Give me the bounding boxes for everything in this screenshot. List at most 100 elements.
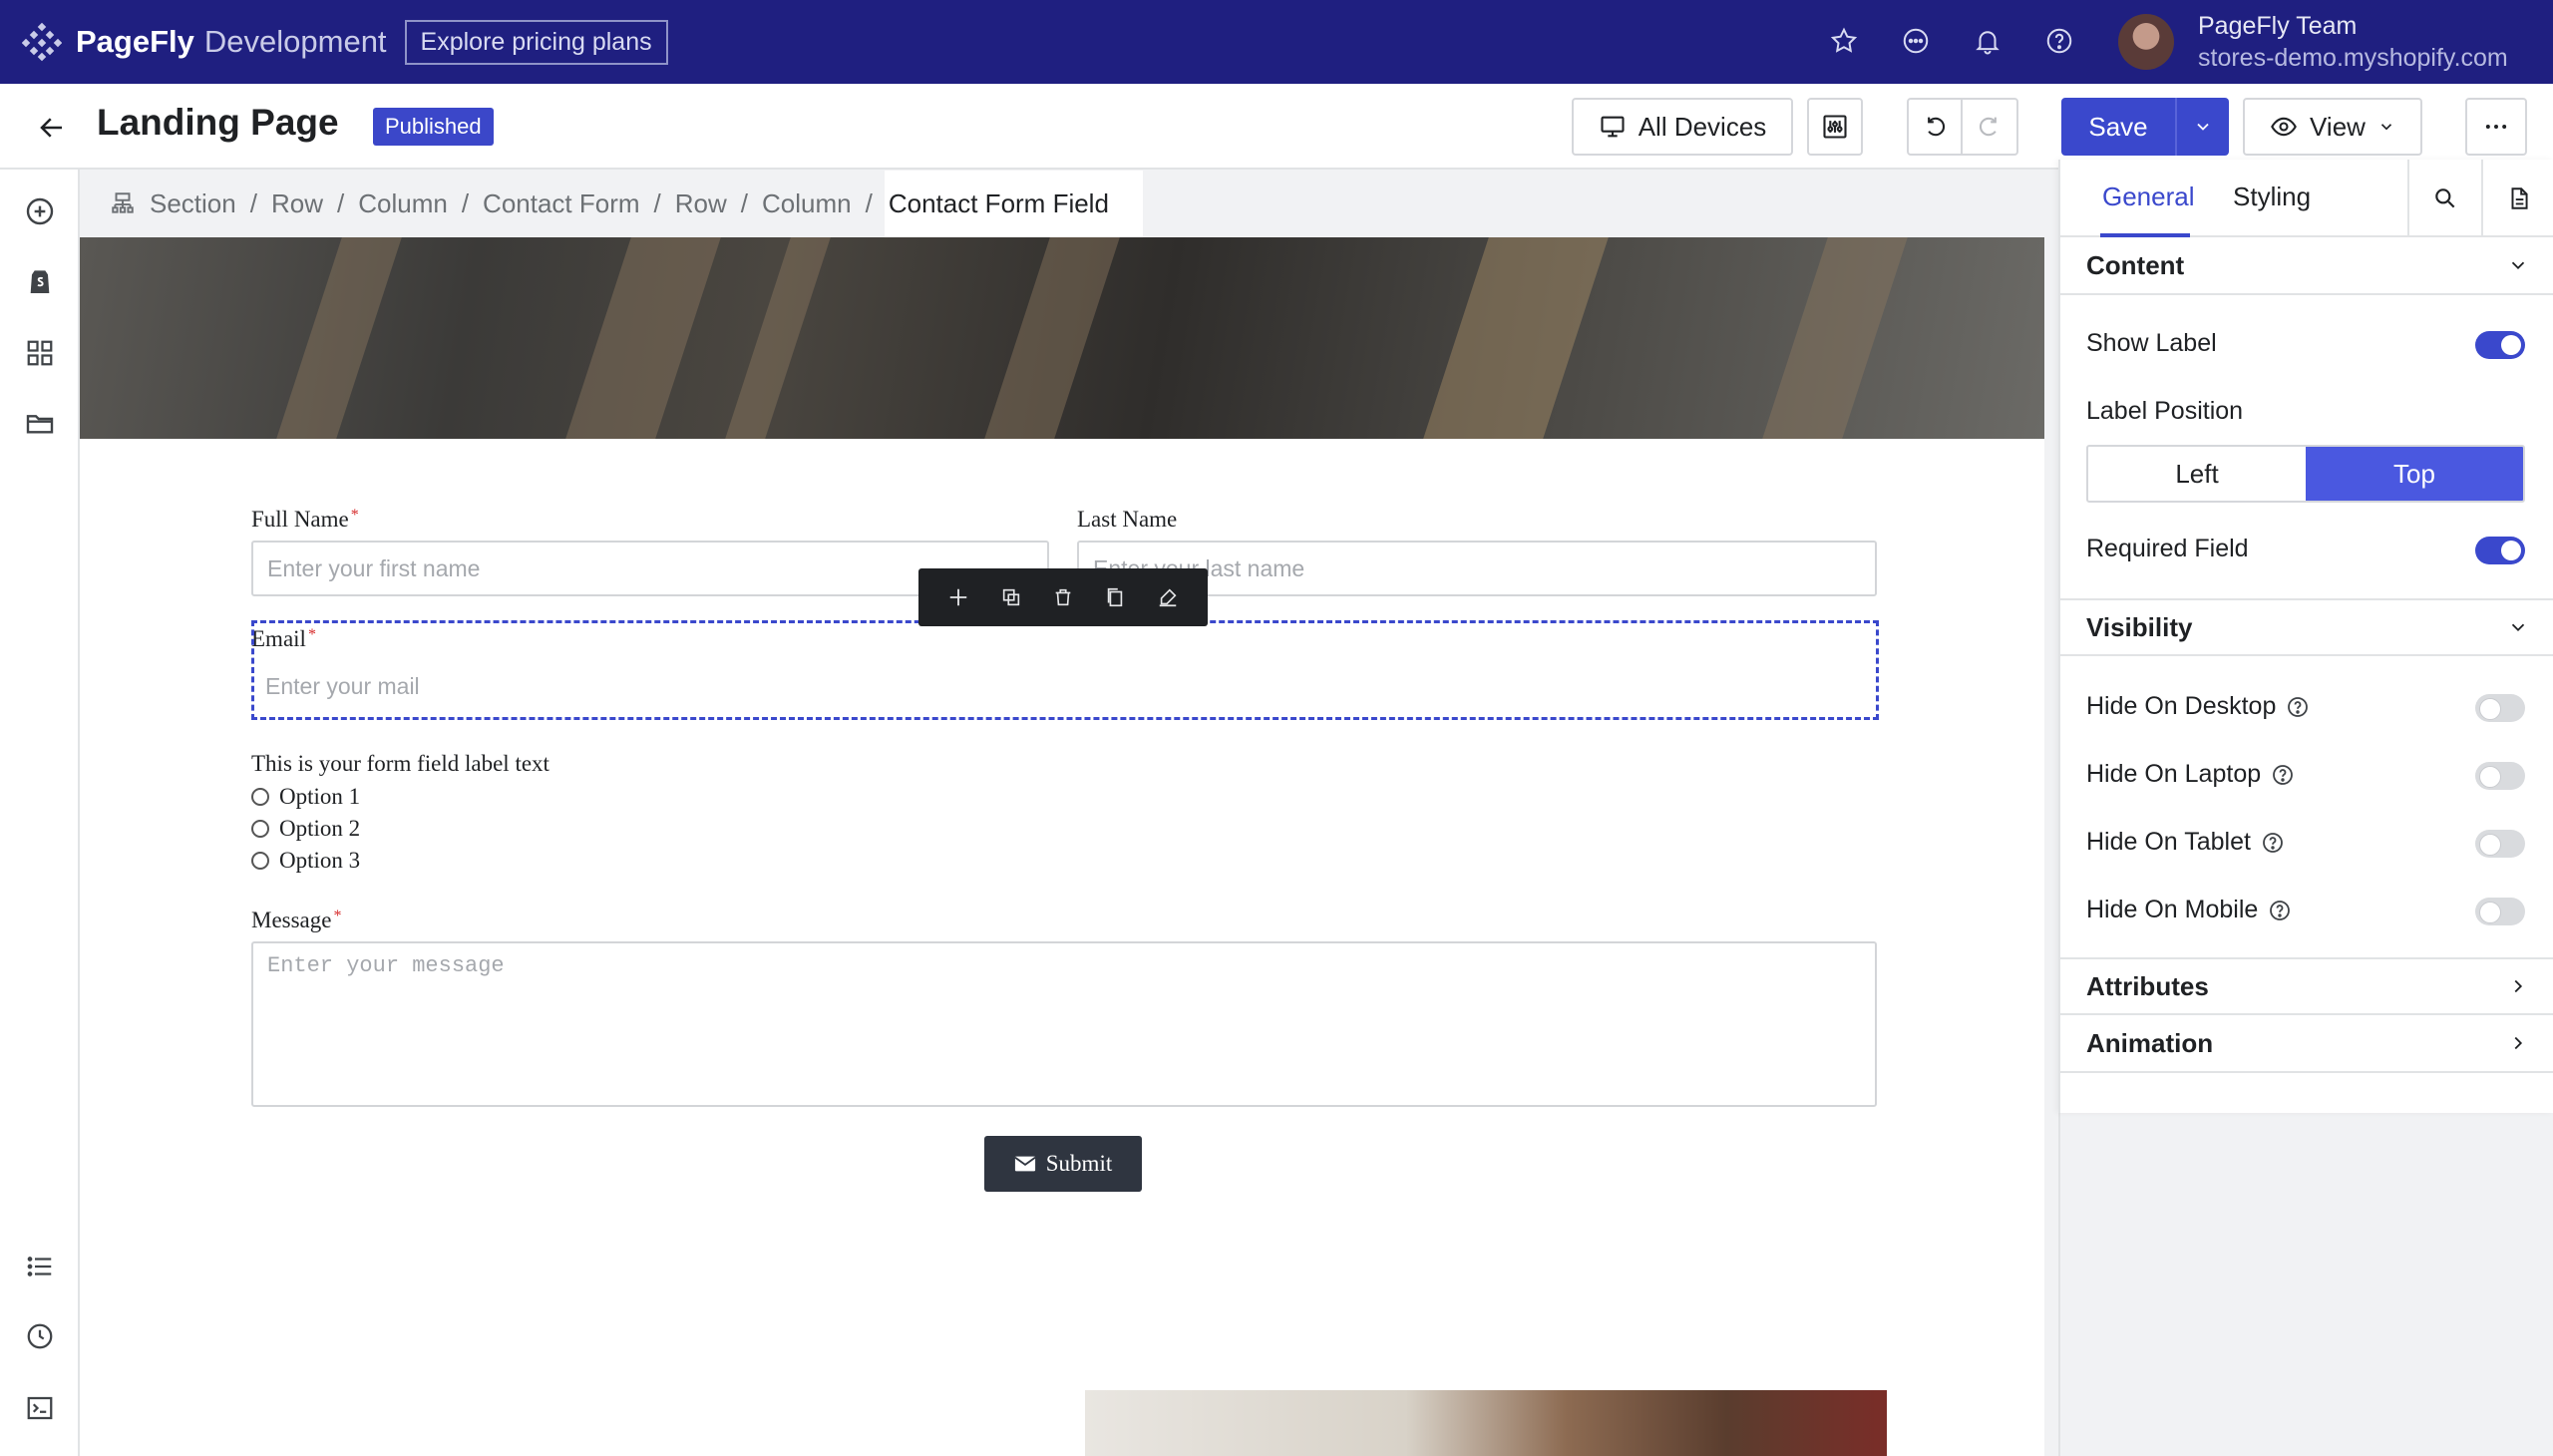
full-name-label: Full Name * [251, 507, 359, 532]
breadcrumb-item-contact-form[interactable]: Contact Form [483, 188, 640, 219]
hide-on-desktop-toggle[interactable] [2475, 694, 2525, 722]
chevron-down-icon [2380, 124, 2392, 131]
breadcrumb-item-row[interactable]: Row [271, 188, 323, 219]
shopify-icon[interactable] [20, 261, 60, 301]
brand-name: PageFly [76, 24, 194, 59]
radio-button[interactable] [251, 820, 269, 838]
avatar[interactable] [2118, 14, 2174, 70]
page-title: Landing Page [97, 102, 339, 143]
bookshelf-image[interactable] [1085, 1390, 1887, 1456]
console-icon[interactable] [20, 1388, 60, 1428]
hero-image[interactable] [80, 237, 2044, 439]
hierarchy-icon [112, 192, 134, 213]
eye-icon [2271, 117, 2297, 137]
attributes-section-header[interactable]: Attributes [2060, 957, 2553, 1015]
duplicate-icon[interactable] [996, 582, 1026, 612]
hide-on-tablet-text: Hide On Tablet [2086, 828, 2285, 857]
sliders-icon [1823, 115, 1847, 139]
chevron-right-icon [2514, 979, 2523, 993]
monitor-icon [1601, 116, 1625, 138]
undo-redo-group [1907, 98, 2018, 156]
content-section-header[interactable]: Content [2060, 237, 2553, 295]
message-textarea[interactable]: Enter your message [251, 941, 1877, 1107]
folder-icon[interactable] [20, 403, 60, 443]
history-icon[interactable] [20, 1316, 60, 1356]
device-selector-button[interactable]: All Devices [1572, 98, 1793, 156]
selected-element-outline [251, 620, 1879, 720]
animation-section-header[interactable]: Animation [2060, 1015, 2553, 1073]
move-icon[interactable] [943, 582, 973, 612]
element-toolbar [918, 568, 1208, 626]
explore-pricing-button[interactable]: Explore pricing plans [404, 19, 668, 65]
arrow-left-icon [40, 118, 62, 138]
undo-button[interactable] [1909, 100, 1963, 154]
help-icon [2263, 832, 2283, 853]
save-options-button[interactable] [2175, 98, 2229, 156]
document-icon [2511, 187, 2528, 209]
undo-icon [1928, 117, 1946, 137]
help-icon[interactable] [2040, 22, 2078, 60]
save-button[interactable]: Save [2061, 98, 2175, 156]
save-button-group: Save [2061, 98, 2229, 156]
search-button[interactable] [2407, 160, 2481, 237]
radio-button[interactable] [251, 788, 269, 806]
chevron-down-icon [2197, 123, 2209, 131]
list-icon[interactable] [20, 1247, 60, 1286]
breadcrumb-item-current: Contact Form Field [884, 170, 1143, 237]
status-badge: Published [373, 108, 494, 146]
chat-icon[interactable] [1897, 22, 1935, 60]
hide-on-tablet-toggle[interactable] [2475, 830, 2525, 858]
hide-on-mobile-toggle[interactable] [2475, 898, 2525, 925]
view-label: View [2310, 111, 2366, 142]
label-position-selector: Left Top [2086, 445, 2525, 503]
redo-button[interactable] [1963, 100, 2016, 154]
hide-on-laptop-toggle[interactable] [2475, 762, 2525, 790]
chevron-down-icon [2511, 623, 2525, 632]
breadcrumb-item-column[interactable]: Column [762, 188, 852, 219]
editor-canvas[interactable]: Full Name * Enter your first name Last Na… [80, 237, 2044, 1456]
grid-icon[interactable] [20, 333, 60, 373]
hide-on-mobile-text: Hide On Mobile [2086, 896, 2292, 924]
redo-icon [1979, 117, 1997, 137]
page-settings-button[interactable] [1807, 98, 1863, 156]
brand[interactable]: PageFly Development [22, 22, 387, 62]
view-button[interactable]: View [2243, 98, 2422, 156]
breadcrumb-item-section[interactable]: Section [150, 188, 236, 219]
radio-button[interactable] [251, 852, 269, 870]
device-selector-label: All Devices [1638, 111, 1767, 142]
breadcrumb-item-column[interactable]: Column [358, 188, 448, 219]
add-element-icon[interactable] [20, 191, 60, 231]
help-icon [2288, 696, 2309, 717]
style-brush-icon[interactable] [1153, 582, 1183, 612]
radio-option[interactable]: Option 2 [251, 816, 360, 842]
radio-option[interactable]: Option 3 [251, 848, 360, 874]
brand-environment: Development [203, 24, 387, 59]
copy-icon[interactable] [1100, 582, 1130, 612]
panel-tabs: General Styling [2060, 160, 2553, 237]
account-info[interactable]: PageFly Team stores-demo.myshopify.com [2198, 10, 2508, 74]
label-position-text: Label Position [2086, 397, 2244, 425]
help-icon [2273, 764, 2294, 785]
more-options-button[interactable] [2465, 98, 2527, 156]
radio-option[interactable]: Option 1 [251, 784, 360, 810]
chevron-right-icon [2514, 1036, 2523, 1050]
left-rail [0, 170, 80, 1456]
label-position-top[interactable]: Top [2306, 447, 2523, 501]
tab-styling[interactable]: Styling [2233, 182, 2311, 212]
visibility-section-header[interactable]: Visibility [2060, 598, 2553, 656]
last-name-label: Last Name [1077, 507, 1178, 532]
show-label-toggle[interactable] [2475, 331, 2525, 359]
required-field-toggle[interactable] [2475, 537, 2525, 564]
delete-icon[interactable] [1048, 582, 1078, 612]
back-button[interactable] [32, 108, 72, 148]
breadcrumb-item-row[interactable]: Row [675, 188, 727, 219]
submit-button[interactable]: Submit [984, 1136, 1142, 1192]
radio-group-label: This is your form field label text [251, 751, 549, 776]
tab-general[interactable]: General [2102, 182, 2195, 212]
page-info-button[interactable] [2481, 160, 2553, 237]
bell-icon[interactable] [1969, 22, 2006, 60]
label-position-left[interactable]: Left [2088, 447, 2306, 501]
required-field-text: Required Field [2086, 535, 2249, 562]
star-icon[interactable] [1825, 22, 1863, 60]
editor-header: Landing Page Published All Devices Save … [0, 84, 2553, 170]
